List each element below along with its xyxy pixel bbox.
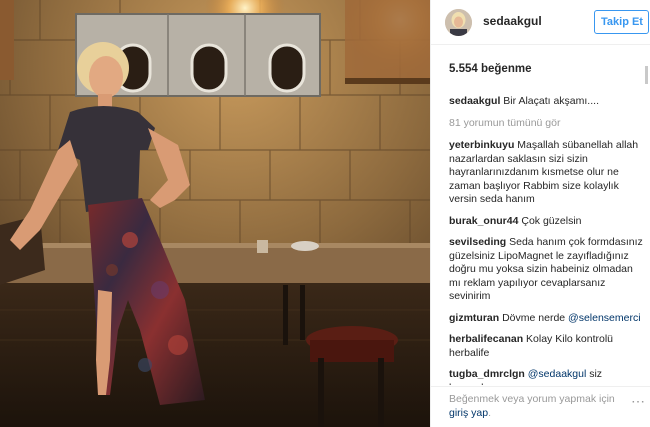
follow-button[interactable]: Takip Et bbox=[594, 10, 649, 34]
comment-text: Dövme nerde bbox=[502, 311, 569, 324]
comment-mention[interactable]: @sedaakgul bbox=[528, 368, 587, 380]
post-header: sedaakgul Takip Et bbox=[431, 0, 650, 45]
comment-username[interactable]: herbalifecanan bbox=[449, 333, 523, 345]
comment-username[interactable]: tugba_dmrclgn bbox=[449, 368, 525, 380]
caption-text: Bir Alaçatı akşamı.... bbox=[503, 95, 599, 107]
comment: yeterbinkuyu Maşallah sübanellah allah n… bbox=[449, 139, 645, 207]
login-suffix: . bbox=[488, 406, 492, 419]
comment-username[interactable]: burak_onur44 bbox=[449, 215, 518, 227]
comment: herbalifecanan Kolay Kilo kontrolü herba… bbox=[449, 333, 645, 360]
view-all-comments-link[interactable]: 81 yorumun tümünü gör bbox=[449, 117, 645, 131]
comment: gizmturan Dövme nerde @selensemerci bbox=[449, 312, 645, 326]
login-link[interactable]: giriş yap bbox=[449, 407, 488, 419]
comment-mention[interactable]: @selensemerci bbox=[568, 312, 641, 324]
post-photo[interactable] bbox=[0, 0, 430, 427]
comment-username[interactable]: gizmturan bbox=[449, 312, 499, 324]
caption-username[interactable]: sedaakgul bbox=[449, 95, 500, 107]
login-prompt: Beğenmek veya yorum yapmak için giriş ya… bbox=[449, 393, 649, 420]
comment: sevilseding Seda hanım çok formdasınız g… bbox=[449, 236, 645, 304]
post-side-panel: sedaakgul Takip Et 5.554 beğenme sedaakg… bbox=[430, 0, 650, 427]
post-footer: Beğenmek veya yorum yapmak için giriş ya… bbox=[431, 386, 650, 427]
comment-text: Çok güzelsin bbox=[521, 214, 582, 227]
like-count[interactable]: 5.554 beğenme bbox=[449, 63, 531, 75]
avatar[interactable] bbox=[445, 9, 472, 36]
caption: sedaakgul Bir Alaçatı akşamı.... bbox=[449, 95, 645, 109]
scrollbar-thumb[interactable] bbox=[645, 66, 648, 84]
login-prompt-text: Beğenmek veya yorum yapmak için bbox=[449, 393, 615, 405]
username[interactable]: sedaakgul bbox=[483, 14, 542, 28]
comment-username[interactable]: yeterbinkuyu bbox=[449, 139, 514, 151]
comment-list: sedaakgul Bir Alaçatı akşamı.... 81 yoru… bbox=[449, 95, 645, 385]
comment: tugba_dmrclgn @sedaakgul siz boşandınızm… bbox=[449, 368, 645, 385]
more-dots-icon[interactable]: ⋯ bbox=[631, 393, 645, 410]
comment-username[interactable]: sevilseding bbox=[449, 236, 506, 248]
comment: burak_onur44 Çok güzelsin bbox=[449, 215, 645, 229]
